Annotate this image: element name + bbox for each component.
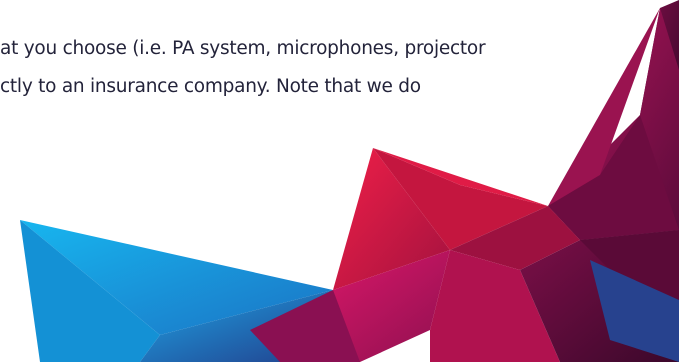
text-line-1: at you choose (i.e. PA system, microphon… <box>0 38 486 59</box>
text-line-2: ctly to an insurance company. Note that … <box>0 76 421 97</box>
page: at you choose (i.e. PA system, microphon… <box>0 0 679 362</box>
paragraph-text: at you choose (i.e. PA system, microphon… <box>0 30 679 106</box>
